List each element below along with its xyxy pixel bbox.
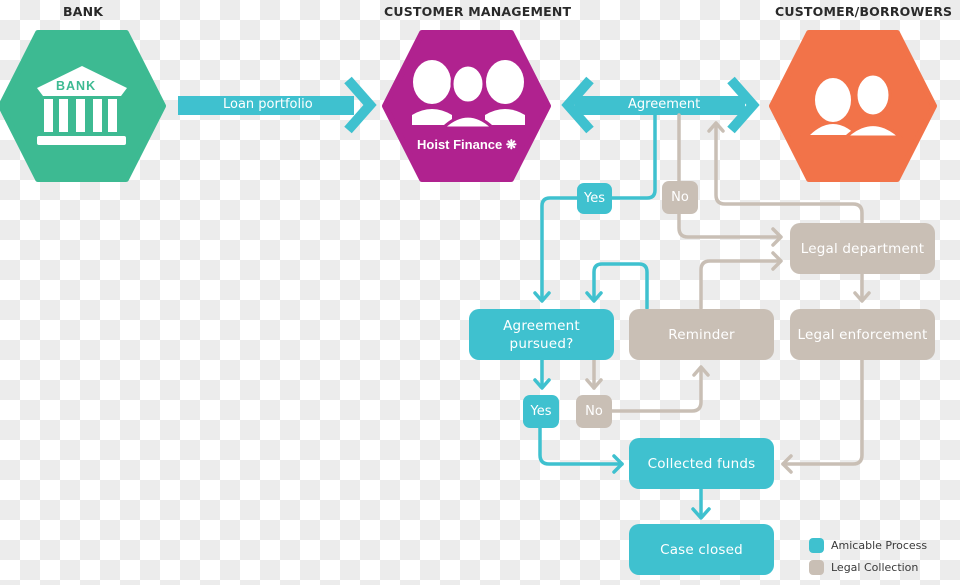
hoist-finance-logo-icon: ❋ xyxy=(505,137,517,152)
node-reminder: Reminder xyxy=(629,309,774,360)
decision-yes-bottom: Yes xyxy=(523,395,559,428)
connector-no-to-reminder xyxy=(609,366,703,413)
decision-no-bottom: No xyxy=(576,395,612,428)
legend-swatch-amicable xyxy=(809,538,824,553)
node-agreement-pursued: Agreement pursued? xyxy=(469,309,614,360)
loan-portfolio-label: Loan portfolio xyxy=(223,97,313,112)
agreement-label: Agreement xyxy=(628,97,701,112)
customers-hexagon xyxy=(769,30,937,182)
node-collected-funds: Collected funds xyxy=(629,438,774,489)
hoist-finance-label: Hoist Finance ❋ xyxy=(417,137,517,153)
connector-agreement-to-yes xyxy=(608,113,657,200)
connector-reminder-to-legal xyxy=(699,259,782,310)
connector-yes-to-pursued xyxy=(540,196,579,302)
flow-diagram xyxy=(0,30,937,520)
legend-label-legal: Legal Collection xyxy=(831,561,919,574)
customer-service-team-icon xyxy=(412,60,525,130)
legend-legal: Legal Collection xyxy=(809,560,918,575)
connector-reminder-loop xyxy=(592,262,649,310)
decision-no-top: No xyxy=(662,181,698,214)
hoist-hexagon xyxy=(382,30,551,182)
bank-icon-text: BANK xyxy=(56,79,97,93)
decision-yes-top: Yes xyxy=(577,183,612,214)
node-legal-department: Legal department xyxy=(790,223,935,274)
connector-no-to-legal xyxy=(677,211,782,239)
connector-enforcement-to-collected xyxy=(781,358,864,466)
connector-yes-to-collected xyxy=(538,426,624,466)
legend-label-amicable: Amicable Process xyxy=(831,539,928,552)
hoist-finance-name: Hoist Finance xyxy=(417,137,503,152)
node-legal-enforcement: Legal enforcement xyxy=(790,309,935,360)
legend-swatch-legal xyxy=(809,560,824,575)
node-case-closed: Case closed xyxy=(629,524,774,575)
legend-amicable: Amicable Process xyxy=(809,538,927,553)
